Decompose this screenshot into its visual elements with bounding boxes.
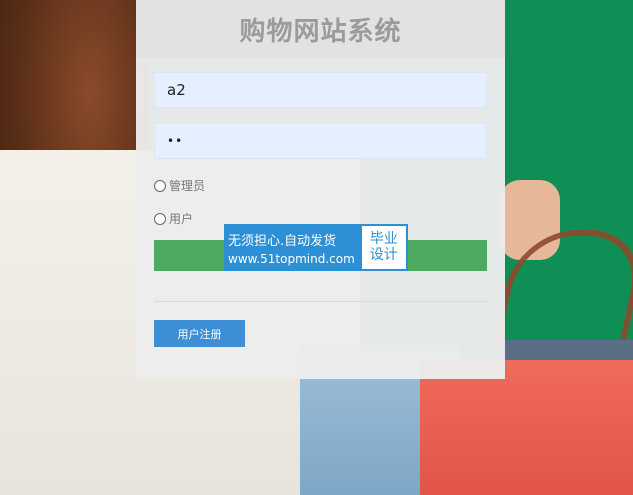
watermark-logo: 毕业 设计 (361, 226, 406, 269)
divider (154, 301, 487, 302)
role-user-option[interactable]: 用户 (154, 210, 193, 227)
watermark-badge-line1: 毕业 (369, 231, 398, 248)
admin-radio[interactable] (154, 179, 166, 192)
watermark-line2: www.51topmind.com (228, 251, 355, 266)
role-admin-label: 管理员 (169, 179, 206, 193)
watermark-badge: 无须担心.自动发货 www.51topmind.com 毕业 设计 (224, 224, 408, 271)
login-page: 购物网站系统 a2 •• 管理员 用户 用户注册 无须担心.自动发货 www.5… (0, 0, 633, 495)
register-button[interactable]: 用户注册 (154, 320, 245, 347)
watermark-badge-line2: 设计 (369, 246, 398, 263)
background-red-bag (420, 360, 633, 495)
panel-header: 购物网站系统 (136, 0, 505, 58)
page-title: 购物网站系统 (239, 16, 402, 47)
watermark-text: 无须担心.自动发货 www.51topmind.com (224, 224, 362, 271)
password-input[interactable]: •• (154, 123, 487, 159)
role-admin-option[interactable]: 管理员 (154, 177, 205, 194)
watermark-line1: 无须担心.自动发货 (228, 233, 337, 249)
username-input[interactable]: a2 (154, 72, 487, 108)
login-panel: 购物网站系统 a2 •• 管理员 用户 用户注册 (136, 0, 505, 379)
role-user-label: 用户 (169, 212, 194, 226)
user-radio[interactable] (154, 212, 166, 225)
